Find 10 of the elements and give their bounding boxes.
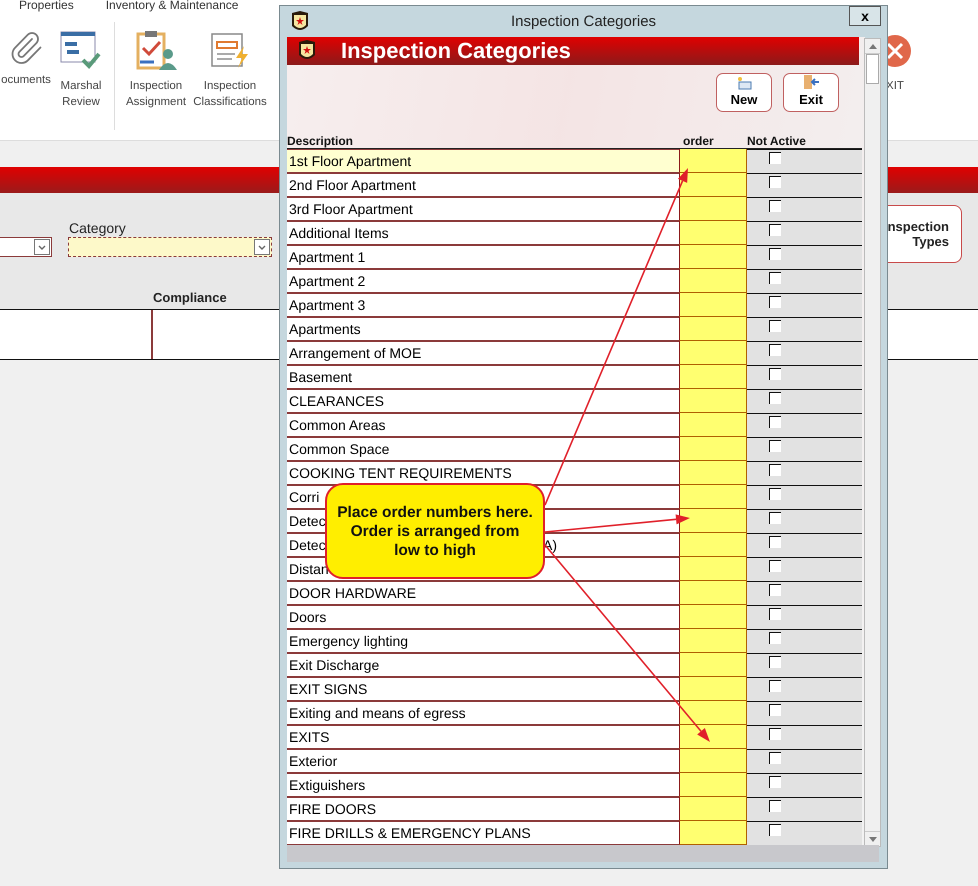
banner-title: Inspection Categories <box>341 38 571 64</box>
callout-text: low to high <box>394 540 476 560</box>
callout-text: Place order numbers here. <box>337 502 533 522</box>
callout-text: Order is arranged from <box>350 522 520 540</box>
window-title: Inspection Categories <box>510 12 656 30</box>
column-header: Description <box>287 134 354 148</box>
column-header: Not Active <box>747 134 807 148</box>
column-header: Compliance <box>153 290 227 305</box>
column-header: order <box>683 134 715 148</box>
field-label: Category <box>69 220 126 236</box>
